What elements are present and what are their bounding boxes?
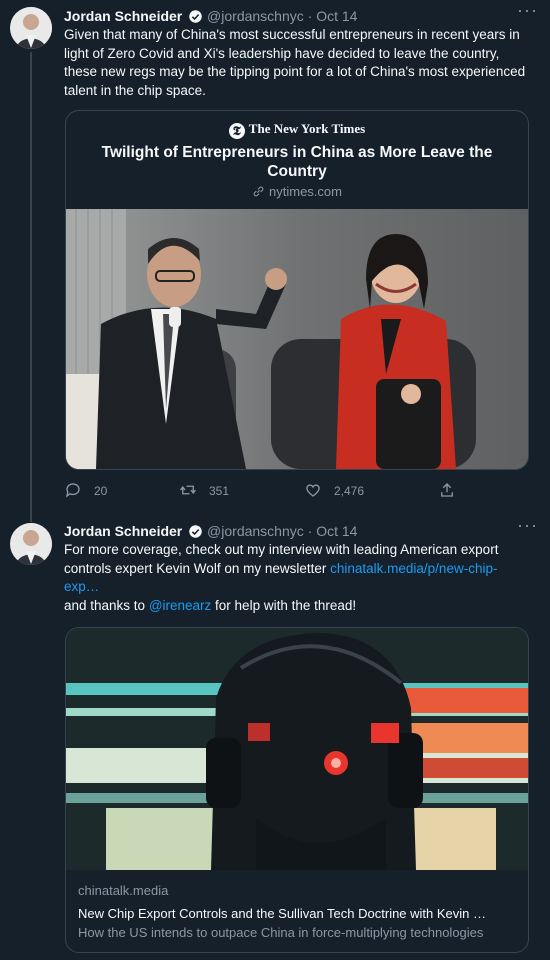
author-avatar[interactable] xyxy=(10,523,52,565)
tweet-date[interactable]: Oct 14 xyxy=(316,8,357,24)
retweet-icon xyxy=(179,485,197,495)
verified-badge-icon xyxy=(189,10,202,23)
header-separator: · xyxy=(307,523,313,539)
author-avatar[interactable] xyxy=(10,7,52,49)
card-header: 𝕿 The New York Times Twilight of Entrepre… xyxy=(66,111,528,209)
tweet-actions: 20 351 2,476 xyxy=(64,480,494,502)
card-meta: chinatalk.media New Chip Export Controls… xyxy=(66,870,528,952)
verified-badge-icon xyxy=(189,525,202,538)
thanks-suffix: for help with the thread! xyxy=(211,597,357,613)
author-handle[interactable]: @jordanschnyc xyxy=(207,8,304,24)
tweet-2[interactable]: Jordan Schneider @jordanschnyc · Oct 14 … xyxy=(0,516,550,960)
card-photo[interactable] xyxy=(66,209,528,469)
card-description: How the US intends to outpace China in f… xyxy=(78,925,484,940)
reply-button[interactable]: 20 xyxy=(64,480,107,502)
link-icon xyxy=(253,186,264,197)
like-count: 2,476 xyxy=(334,484,365,498)
share-icon xyxy=(441,483,453,497)
photo-illustration xyxy=(66,209,528,469)
card-image[interactable] xyxy=(66,628,528,870)
more-options-icon[interactable]: ··· xyxy=(517,516,538,534)
card-domain: chinatalk.media xyxy=(78,883,169,898)
header-separator: · xyxy=(307,8,313,24)
card-domain: nytimes.com xyxy=(66,184,528,199)
mention-link[interactable]: @irenearz xyxy=(149,598,211,613)
share-button[interactable] xyxy=(438,480,468,502)
tweet-date[interactable]: Oct 14 xyxy=(316,523,357,539)
card-title: Twilight of Entrepreneurs in China as Mo… xyxy=(101,144,493,180)
thanks-prefix: and thanks to xyxy=(64,597,149,613)
like-icon xyxy=(306,484,320,497)
tweet-1[interactable]: Jordan Schneider @jordanschnyc · Oct 14 … xyxy=(0,0,550,520)
more-options-icon[interactable]: ··· xyxy=(517,1,538,19)
author-name[interactable]: Jordan Schneider xyxy=(64,523,182,539)
card-title: New Chip Export Controls and the Sulliva… xyxy=(78,906,487,921)
link-card-chinatalk[interactable]: chinatalk.media New Chip Export Controls… xyxy=(65,627,529,953)
tweet-header: Jordan Schneider @jordanschnyc · Oct 14 xyxy=(64,6,540,26)
robot-illustration xyxy=(66,628,528,870)
publisher-logo: 𝕿 The New York Times xyxy=(66,121,528,139)
retweet-button[interactable]: 351 xyxy=(179,480,229,502)
publisher-name: The New York Times xyxy=(248,121,366,136)
retweet-count: 351 xyxy=(209,484,230,498)
author-handle[interactable]: @jordanschnyc xyxy=(207,523,304,539)
tweet-text: For more coverage, check out my intervie… xyxy=(64,541,526,615)
tweet-text: Given that many of China's most successf… xyxy=(64,27,526,98)
tweet-header: Jordan Schneider @jordanschnyc · Oct 14 xyxy=(64,521,540,541)
link-card-nyt[interactable]: 𝕿 The New York Times Twilight of Entrepre… xyxy=(65,110,529,470)
reply-icon xyxy=(65,483,80,498)
nyt-logo-icon: 𝕿 xyxy=(228,123,245,139)
reply-count: 20 xyxy=(94,484,108,498)
like-button[interactable]: 2,476 xyxy=(304,480,364,502)
author-name[interactable]: Jordan Schneider xyxy=(64,8,182,24)
card-domain-text: nytimes.com xyxy=(269,184,342,199)
